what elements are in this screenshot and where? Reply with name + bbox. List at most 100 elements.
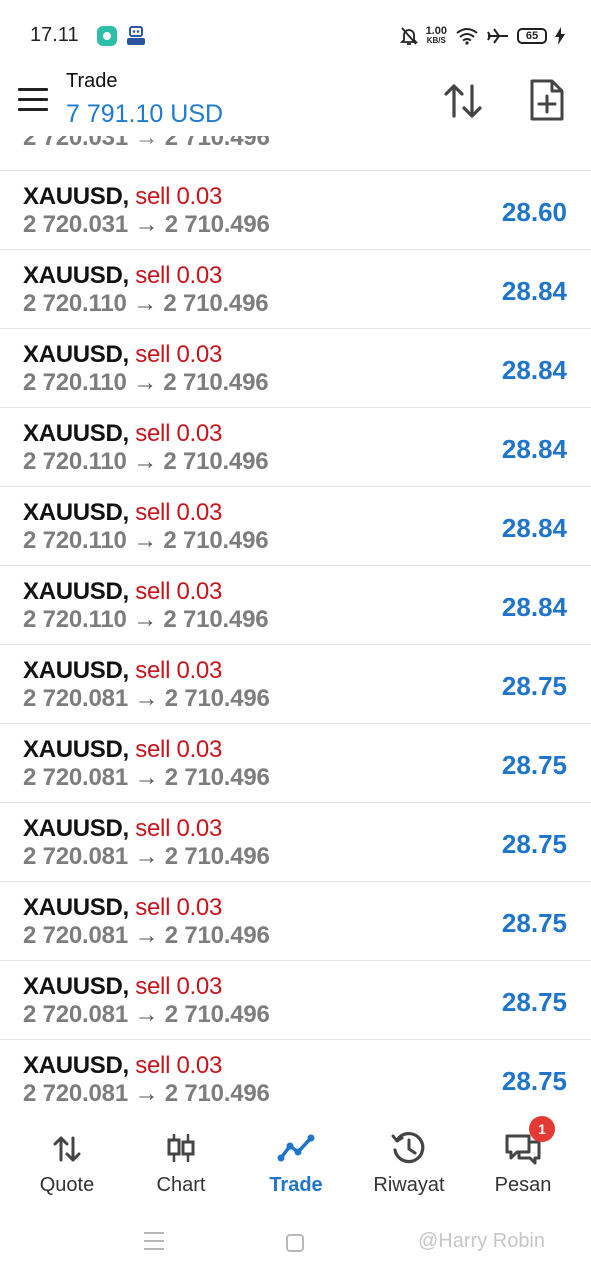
trade-symbol: XAUUSD, — [23, 894, 129, 921]
open-price: 2 720.081 — [23, 764, 128, 791]
hamburger-menu-icon[interactable] — [18, 88, 48, 112]
app-header: Trade 7 791.10 USD — [0, 66, 591, 136]
open-price: 2 720.110 — [23, 290, 127, 317]
trade-row[interactable]: XAUUSD, sell 0.03 2 720.081 → 2 710.496 28… — [0, 803, 591, 882]
unread-badge: 1 — [529, 1116, 555, 1142]
trade-side-volume: sell 0.03 — [135, 183, 222, 210]
trade-row[interactable]: XAUUSD, sell 0.03 2 720.110 → 2 710.496 28… — [0, 408, 591, 487]
current-price: 2 710.496 — [164, 1080, 270, 1104]
trade-prices: 2 720.081 → 2 710.496 — [23, 764, 270, 792]
trade-symbol: XAUUSD, — [23, 499, 129, 526]
trade-title: XAUUSD, sell 0.03 — [23, 815, 222, 843]
trade-row[interactable]: XAUUSD, sell 0.03 2 720.081 → 2 710.496 28… — [0, 961, 591, 1040]
trade-row[interactable]: XAUUSD, sell 0.03 2 720.031 → 2 710.496 28… — [0, 171, 591, 250]
current-price: 2 710.496 — [163, 606, 269, 633]
trade-profit: 28.84 — [501, 276, 567, 306]
trade-profit: 28.84 — [501, 513, 567, 543]
trade-side-volume: sell 0.03 — [135, 1052, 222, 1079]
history-clock-icon — [391, 1132, 425, 1164]
nav-quote[interactable]: Quote — [8, 1104, 126, 1204]
nav-riwayat[interactable]: Riwayat — [350, 1104, 468, 1204]
nav-trade[interactable]: Trade — [237, 1104, 355, 1204]
trade-title: XAUUSD, sell 0.03 — [23, 657, 222, 685]
trade-title: XAUUSD, sell 0.03 — [23, 973, 222, 1001]
trade-symbol: XAUUSD, — [23, 657, 129, 684]
trade-prices: 2 720.081 → 2 710.496 — [23, 1080, 270, 1104]
trade-symbol: XAUUSD, — [23, 420, 129, 447]
network-speed: 1.00 KB/S — [426, 26, 447, 46]
trade-row[interactable]: XAUUSD, sell 0.03 2 720.081 → 2 710.496 28… — [0, 645, 591, 724]
arrow-right-icon: → — [133, 527, 157, 554]
trade-side-volume: sell 0.03 — [135, 657, 222, 684]
nav-trade-label: Trade — [269, 1174, 323, 1196]
open-price: 2 720.081 — [23, 1080, 128, 1104]
arrow-right-icon: → — [134, 764, 159, 791]
trade-prices: 2 720.031 → 2 710.496 — [23, 136, 270, 151]
trend-line-icon — [277, 1134, 315, 1162]
new-order-document-icon[interactable] — [528, 78, 566, 122]
trade-profit: 28.84 — [501, 355, 567, 385]
trade-symbol: XAUUSD, — [23, 1052, 129, 1079]
current-price: 2 710.496 — [164, 922, 270, 949]
trade-symbol: XAUUSD, — [23, 578, 129, 605]
recent-apps-icon[interactable] — [144, 1232, 164, 1250]
trade-symbol: XAUUSD, — [23, 973, 129, 1000]
arrow-right-icon: → — [134, 1080, 159, 1104]
sort-arrows-icon — [53, 1136, 81, 1162]
arrow-right-icon: → — [133, 606, 157, 633]
trade-title: XAUUSD, sell 0.03 — [23, 420, 222, 448]
arrow-right-icon: → — [134, 1001, 159, 1028]
trade-profit: 28.84 — [501, 434, 567, 464]
system-navigation-bar: @Harry Robin — [0, 1204, 591, 1280]
nav-pesan[interactable]: 1 Pesan — [464, 1104, 582, 1204]
trade-symbol: XAUUSD, — [23, 736, 129, 763]
trade-row[interactable]: XAUUSD, sell 0.03 2 720.081 → 2 710.496 28… — [0, 1040, 591, 1104]
trade-row[interactable]: XAUUSD, sell 0.03 2 720.110 → 2 710.496 28… — [0, 487, 591, 566]
trade-title: XAUUSD, sell 0.03 — [23, 183, 222, 211]
trade-symbol: XAUUSD, — [23, 341, 129, 368]
battery-indicator: 65 — [517, 28, 547, 44]
arrow-right-icon: → — [133, 290, 157, 317]
trade-row[interactable]: XAUUSD, sell 0.03 2 720.110 → 2 710.496 28… — [0, 329, 591, 408]
open-price: 2 720.081 — [23, 1001, 128, 1028]
trade-title: XAUUSD, sell 0.03 — [23, 578, 222, 606]
wifi-icon — [456, 28, 478, 45]
current-price: 2 710.496 — [164, 685, 270, 712]
trade-profit: 28.75 — [501, 829, 567, 859]
network-speed-unit: KB/S — [426, 36, 446, 45]
trade-row[interactable]: XAUUSD, sell 0.03 2 720.081 → 2 710.496 28… — [0, 724, 591, 803]
home-button-icon[interactable] — [286, 1234, 304, 1252]
status-time: 17.11 — [30, 24, 79, 46]
sort-arrows-icon[interactable] — [442, 80, 484, 122]
trade-row[interactable]: XAUUSD, sell 0.03 2 720.081 → 2 710.496 28… — [0, 882, 591, 961]
nav-chart-label: Chart — [156, 1174, 206, 1196]
trade-row-partial[interactable]: 2 720.031 → 2 710.496 — [0, 136, 591, 171]
trade-symbol: XAUUSD, — [23, 815, 129, 842]
trade-prices: 2 720.110 → 2 710.496 — [23, 606, 269, 634]
current-price: 2 710.496 — [163, 527, 269, 554]
trade-list[interactable]: 2 720.031 → 2 710.496 XAUUSD, sell 0.03 2… — [0, 136, 591, 1104]
trade-side-volume: sell 0.03 — [135, 262, 222, 289]
nav-riwayat-label: Riwayat — [373, 1174, 445, 1196]
trade-side-volume: sell 0.03 — [135, 420, 222, 447]
arrow-right-icon: → — [134, 211, 159, 238]
robot-app-icon — [127, 26, 145, 45]
network-speed-value: 1.00 — [425, 25, 447, 37]
trade-prices: 2 720.110 → 2 710.496 — [23, 448, 269, 476]
open-price: 2 720.081 — [23, 685, 128, 712]
bell-muted-icon — [399, 27, 418, 45]
trade-prices: 2 720.031 → 2 710.496 — [23, 211, 270, 239]
account-balance: 7 791.10 USD — [66, 100, 224, 128]
watermark: @Harry Robin — [418, 1230, 546, 1252]
arrow-right-icon: → — [133, 448, 157, 475]
trade-side-volume: sell 0.03 — [135, 815, 222, 842]
trade-row[interactable]: XAUUSD, sell 0.03 2 720.110 → 2 710.496 28… — [0, 250, 591, 329]
trade-row[interactable]: XAUUSD, sell 0.03 2 720.110 → 2 710.496 28… — [0, 566, 591, 645]
status-indicators: 1.00 KB/S 65 — [399, 22, 565, 50]
charging-bolt-icon — [555, 27, 565, 45]
airplane-icon — [487, 28, 508, 44]
nav-chart[interactable]: Chart — [122, 1104, 240, 1204]
open-price: 2 720.110 — [23, 606, 127, 633]
trade-side-volume: sell 0.03 — [135, 341, 222, 368]
arrow-right-icon: → — [134, 685, 159, 712]
